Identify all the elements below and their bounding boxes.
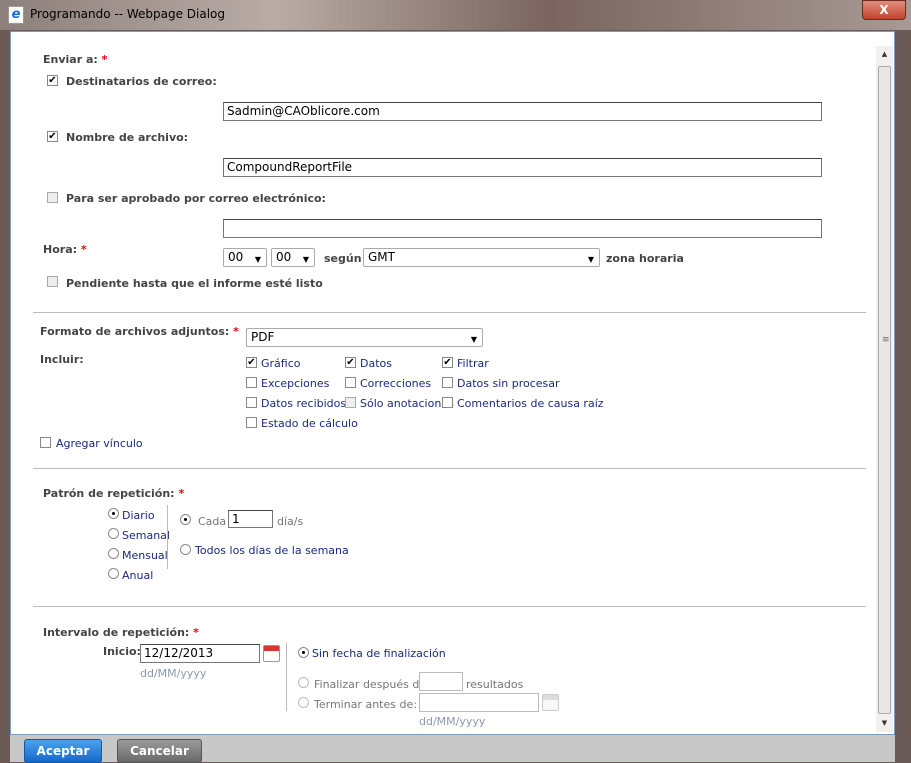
end-after-label: Finalizar después de:	[314, 678, 430, 691]
include-checkbox[interactable]	[442, 377, 453, 388]
include-option-label: Sólo anotaciones	[360, 397, 454, 410]
start-date-format: dd/MM/yyyy	[140, 667, 207, 680]
scroll-up-icon[interactable]: ▲	[878, 47, 891, 61]
pattern-option-label: Semanal	[122, 529, 170, 542]
divider	[33, 606, 866, 607]
include-checkbox[interactable]: ✔	[345, 357, 356, 368]
pattern-radio[interactable]	[108, 548, 119, 559]
approve-input[interactable]	[223, 219, 822, 238]
include-option-label: Datos	[360, 357, 392, 370]
pattern-radio[interactable]	[108, 508, 119, 519]
include-checkbox[interactable]	[246, 417, 257, 428]
divider	[33, 468, 866, 469]
format-select[interactable]: PDF	[246, 328, 483, 347]
include-checkbox[interactable]	[345, 377, 356, 388]
start-date-input[interactable]: 12/12/2013	[140, 644, 260, 663]
include-option-label: Excepciones	[261, 377, 330, 390]
recipients-checkbox[interactable]: ✔	[47, 75, 58, 86]
include-checkbox[interactable]	[345, 397, 356, 408]
add-link-checkbox[interactable]	[40, 437, 51, 448]
time-label: Hora: *	[43, 243, 87, 256]
include-option-label: Datos sin procesar	[457, 377, 560, 390]
no-end-radio[interactable]	[298, 647, 309, 658]
pattern-radio[interactable]	[108, 528, 119, 539]
close-button[interactable]: X	[862, 0, 906, 20]
pattern-option-label: Mensual	[122, 549, 168, 562]
filename-input[interactable]: CompoundReportFile	[223, 158, 822, 177]
pending-label: Pendiente hasta que el informe esté list…	[66, 277, 323, 290]
window-title: Programando -- Webpage Dialog	[30, 7, 226, 21]
divider	[167, 505, 168, 569]
include-checkbox[interactable]	[246, 377, 257, 388]
range-label: Intervalo de repetición: *	[43, 626, 199, 639]
end-after-suffix: resultados	[466, 678, 524, 691]
approve-label: Para ser aprobado por correo electrónico…	[66, 192, 326, 205]
recipients-label: Destinatarios de correo:	[66, 75, 217, 88]
include-checkbox[interactable]: ✔	[246, 357, 257, 368]
include-option-label: Estado de cálculo	[261, 417, 358, 430]
minute-select[interactable]: 00	[271, 248, 315, 267]
end-after-radio[interactable]	[298, 677, 309, 688]
weekdays-radio[interactable]	[180, 544, 191, 555]
format-label: Formato de archivos adjuntos: *	[40, 325, 239, 338]
start-label: Inicio:	[103, 645, 141, 658]
pattern-option-label: Diario	[122, 509, 155, 522]
end-after-input[interactable]	[419, 672, 463, 691]
filename-checkbox[interactable]: ✔	[47, 131, 58, 142]
ie-icon: e	[8, 6, 24, 24]
scroll-down-icon[interactable]: ▼	[878, 716, 891, 730]
each-unit: día/s	[277, 515, 304, 528]
scrollbar-thumb[interactable]: ≡	[878, 66, 891, 714]
timezone-select[interactable]: GMT	[363, 248, 600, 267]
accept-button[interactable]: Aceptar	[24, 739, 102, 763]
include-label: Incluir:	[40, 353, 84, 366]
each-radio[interactable]	[180, 514, 191, 525]
include-checkbox[interactable]	[442, 397, 453, 408]
weekdays-label: Todos los días de la semana	[195, 544, 349, 557]
pattern-label: Patrón de repetición: *	[43, 487, 185, 500]
pending-checkbox[interactable]	[47, 276, 58, 287]
include-option-label: Comentarios de causa raíz	[457, 397, 604, 410]
divider	[33, 312, 866, 313]
each-days-input[interactable]: 1	[228, 510, 273, 528]
approve-checkbox[interactable]	[47, 192, 58, 203]
divider	[286, 643, 287, 711]
cancel-button[interactable]: Cancelar	[117, 739, 202, 763]
each-label: Cada	[198, 515, 227, 528]
hour-select[interactable]: 00	[223, 248, 267, 267]
pattern-radio[interactable]	[108, 568, 119, 579]
include-option-label: Gráfico	[261, 357, 301, 370]
pattern-option-label: Anual	[122, 569, 154, 582]
end-before-radio[interactable]	[298, 697, 309, 708]
include-option-label: Correcciones	[360, 377, 432, 390]
include-option-label: Datos recibidos	[261, 397, 347, 410]
no-end-label: Sin fecha de finalización	[312, 647, 446, 660]
calendar-icon[interactable]	[542, 694, 559, 711]
include-option-label: Filtrar	[457, 357, 489, 370]
timezone-suffix: zona horaria	[606, 252, 684, 265]
recipients-input[interactable]: Sadmin@CAOblicore.com	[223, 102, 822, 121]
add-link-label: Agregar vínculo	[56, 437, 143, 450]
calendar-icon[interactable]	[263, 645, 280, 662]
include-checkbox[interactable]: ✔	[442, 357, 453, 368]
end-before-label: Terminar antes de:	[314, 698, 417, 711]
segun-label: según	[324, 252, 362, 265]
end-before-input[interactable]	[419, 693, 539, 712]
include-checkbox[interactable]	[246, 397, 257, 408]
send-to-label: Enviar a: *	[43, 53, 108, 66]
filename-label: Nombre de archivo:	[66, 131, 189, 144]
end-date-format: dd/MM/yyyy	[419, 715, 486, 728]
